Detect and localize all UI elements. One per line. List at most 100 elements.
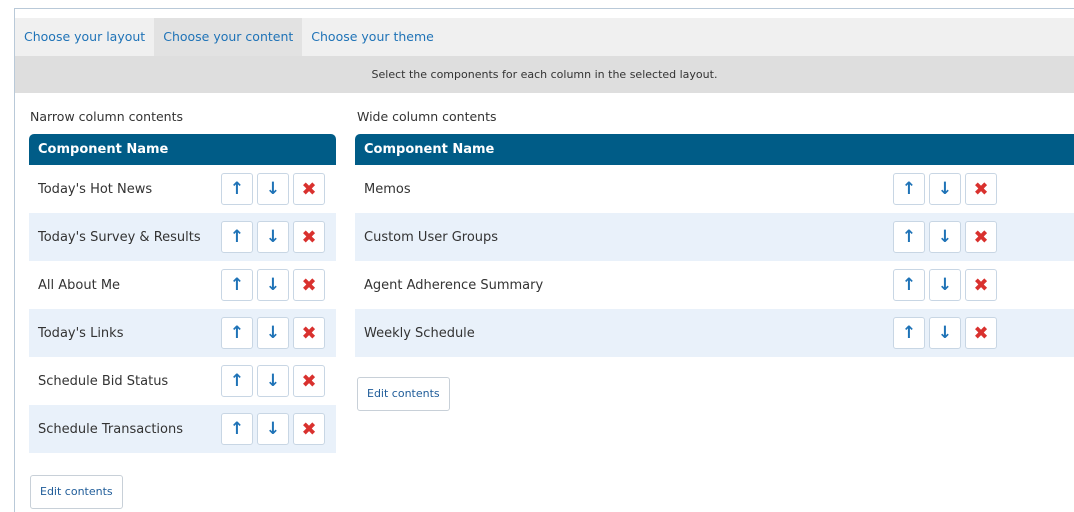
arrow-down-icon: ↓: [937, 179, 953, 199]
arrow-down-icon: ↓: [265, 419, 281, 439]
move-up-button[interactable]: ↑: [893, 173, 925, 205]
row-actions: ↑ ↓ ✖: [221, 317, 325, 349]
narrow-table-header: Component Name: [29, 134, 336, 165]
move-down-button[interactable]: ↓: [929, 269, 961, 301]
component-row: Custom User Groups ↑ ↓ ✖: [355, 213, 1074, 261]
row-actions: ↑ ↓ ✖: [893, 317, 997, 349]
component-name: Memos: [364, 181, 411, 197]
move-down-button[interactable]: ↓: [257, 413, 289, 445]
narrow-column-table: Component Name Today's Hot News ↑ ↓ ✖ Today'…: [29, 134, 336, 453]
remove-icon: ✖: [301, 418, 317, 440]
arrow-up-icon: ↑: [229, 371, 245, 391]
remove-button[interactable]: ✖: [293, 365, 325, 397]
component-row: Today's Hot News ↑ ↓ ✖: [29, 165, 336, 213]
remove-button[interactable]: ✖: [293, 317, 325, 349]
component-name: Schedule Bid Status: [38, 373, 169, 389]
component-name: Custom User Groups: [364, 229, 499, 245]
remove-icon: ✖: [973, 322, 989, 344]
move-up-button[interactable]: ↑: [221, 365, 253, 397]
move-up-button[interactable]: ↑: [893, 269, 925, 301]
move-down-button[interactable]: ↓: [929, 317, 961, 349]
remove-icon: ✖: [301, 226, 317, 248]
row-actions: ↑ ↓ ✖: [221, 221, 325, 253]
remove-button[interactable]: ✖: [965, 269, 997, 301]
move-down-button[interactable]: ↓: [257, 173, 289, 205]
component-row: Memos ↑ ↓ ✖: [355, 165, 1074, 213]
component-row: Today's Survey & Results ↑ ↓ ✖: [29, 213, 336, 261]
move-down-button[interactable]: ↓: [929, 221, 961, 253]
remove-icon: ✖: [301, 322, 317, 344]
tab-choose-theme[interactable]: Choose your theme: [302, 18, 443, 56]
arrow-down-icon: ↓: [265, 227, 281, 247]
component-name: Today's Hot News: [38, 181, 153, 197]
move-down-button[interactable]: ↓: [257, 317, 289, 349]
instruction-banner: Select the components for each column in…: [15, 56, 1074, 93]
component-name: Weekly Schedule: [364, 325, 475, 341]
move-down-button[interactable]: ↓: [929, 173, 961, 205]
row-actions: ↑ ↓ ✖: [893, 269, 997, 301]
component-row: Schedule Bid Status ↑ ↓ ✖: [29, 357, 336, 405]
component-name: Today's Links: [38, 325, 124, 341]
wide-edit-contents-button[interactable]: Edit contents: [357, 377, 450, 411]
row-actions: ↑ ↓ ✖: [221, 269, 325, 301]
arrow-up-icon: ↑: [901, 227, 917, 247]
move-up-button[interactable]: ↑: [221, 269, 253, 301]
remove-button[interactable]: ✖: [965, 221, 997, 253]
arrow-up-icon: ↑: [229, 419, 245, 439]
narrow-edit-contents-button[interactable]: Edit contents: [30, 475, 123, 509]
move-up-button[interactable]: ↑: [893, 317, 925, 349]
narrow-column-label: Narrow column contents: [30, 109, 183, 124]
move-up-button[interactable]: ↑: [221, 221, 253, 253]
row-actions: ↑ ↓ ✖: [221, 413, 325, 445]
remove-button[interactable]: ✖: [293, 269, 325, 301]
arrow-down-icon: ↓: [265, 275, 281, 295]
component-row: Weekly Schedule ↑ ↓ ✖: [355, 309, 1074, 357]
remove-icon: ✖: [301, 370, 317, 392]
move-up-button[interactable]: ↑: [893, 221, 925, 253]
remove-button[interactable]: ✖: [293, 413, 325, 445]
tab-choose-layout[interactable]: Choose your layout: [15, 18, 154, 56]
arrow-up-icon: ↑: [229, 227, 245, 247]
arrow-up-icon: ↑: [901, 275, 917, 295]
component-name: Schedule Transactions: [38, 421, 184, 437]
wide-table-header: Component Name: [355, 134, 1074, 165]
component-row: Today's Links ↑ ↓ ✖: [29, 309, 336, 357]
move-up-button[interactable]: ↑: [221, 317, 253, 349]
wide-column-table: Component Name Memos ↑ ↓ ✖ Custom User Group…: [355, 134, 1074, 357]
remove-button[interactable]: ✖: [965, 317, 997, 349]
remove-icon: ✖: [973, 226, 989, 248]
move-up-button[interactable]: ↑: [221, 173, 253, 205]
remove-button[interactable]: ✖: [293, 173, 325, 205]
move-down-button[interactable]: ↓: [257, 365, 289, 397]
arrow-up-icon: ↑: [901, 179, 917, 199]
row-actions: ↑ ↓ ✖: [221, 365, 325, 397]
remove-icon: ✖: [301, 178, 317, 200]
remove-icon: ✖: [973, 178, 989, 200]
remove-icon: ✖: [301, 274, 317, 296]
remove-button[interactable]: ✖: [965, 173, 997, 205]
wide-column-label: Wide column contents: [357, 109, 497, 124]
component-row: Agent Adherence Summary ↑ ↓ ✖: [355, 261, 1074, 309]
move-down-button[interactable]: ↓: [257, 269, 289, 301]
tab-choose-content[interactable]: Choose your content: [154, 18, 303, 56]
arrow-up-icon: ↑: [901, 323, 917, 343]
remove-button[interactable]: ✖: [293, 221, 325, 253]
row-actions: ↑ ↓ ✖: [221, 173, 325, 205]
arrow-down-icon: ↓: [265, 179, 281, 199]
arrow-up-icon: ↑: [229, 179, 245, 199]
tab-bar: Choose your layout Choose your content C…: [15, 18, 1074, 56]
arrow-down-icon: ↓: [265, 323, 281, 343]
arrow-down-icon: ↓: [937, 227, 953, 247]
component-row: All About Me ↑ ↓ ✖: [29, 261, 336, 309]
remove-icon: ✖: [973, 274, 989, 296]
arrow-down-icon: ↓: [937, 323, 953, 343]
component-name: Agent Adherence Summary: [364, 277, 544, 293]
move-up-button[interactable]: ↑: [221, 413, 253, 445]
component-name: Today's Survey & Results: [38, 229, 201, 245]
arrow-up-icon: ↑: [229, 275, 245, 295]
arrow-down-icon: ↓: [937, 275, 953, 295]
move-down-button[interactable]: ↓: [257, 221, 289, 253]
component-name: All About Me: [38, 277, 121, 293]
arrow-up-icon: ↑: [229, 323, 245, 343]
component-row: Schedule Transactions ↑ ↓ ✖: [29, 405, 336, 453]
